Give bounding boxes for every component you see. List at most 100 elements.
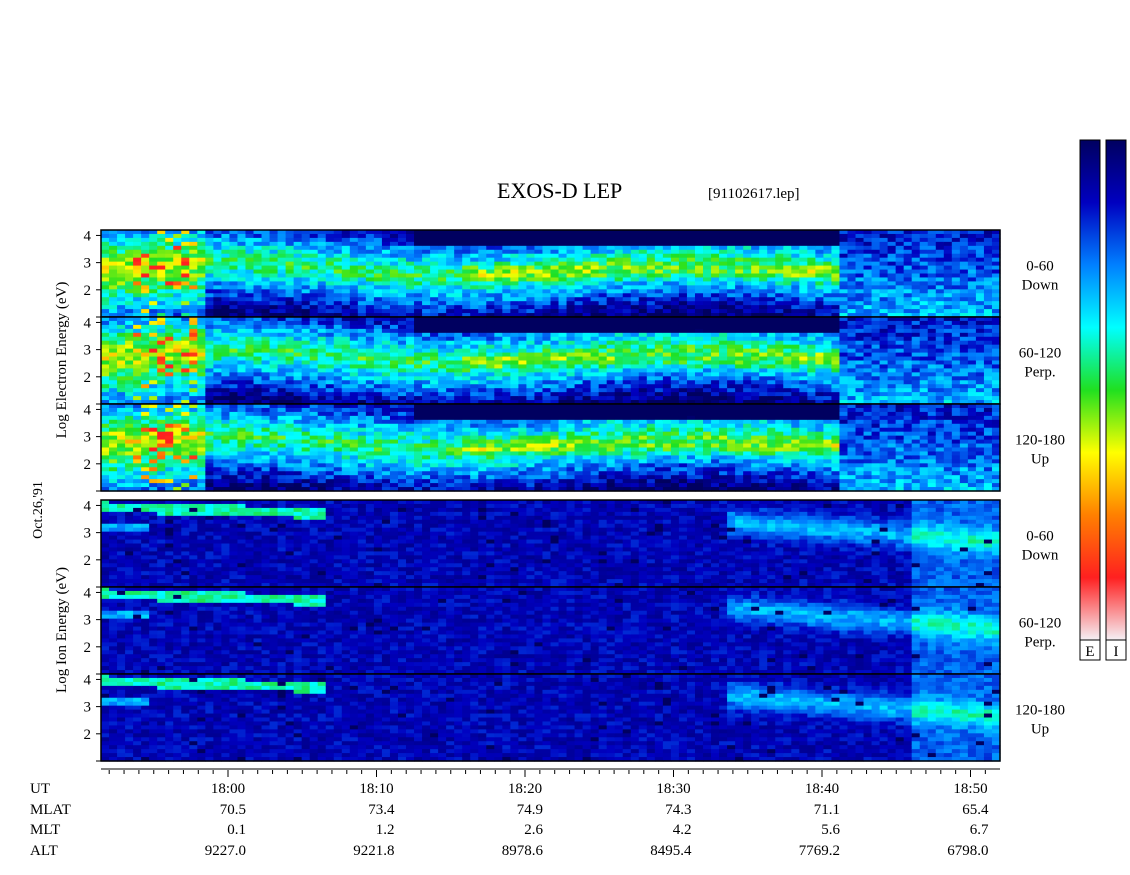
heatmap-cell — [622, 356, 632, 362]
heatmap-cell — [173, 388, 182, 393]
heatmap-cell — [582, 356, 592, 362]
heatmap-cell — [285, 380, 295, 385]
heatmap-cell — [101, 467, 110, 472]
heatmap-cell — [783, 340, 792, 346]
heatmap-cell — [678, 360, 688, 366]
heatmap-cell — [245, 368, 255, 373]
heatmap-cell — [662, 297, 672, 302]
heatmap-cell — [157, 289, 166, 294]
heatmap-cell — [357, 273, 367, 279]
heatmap-cell — [727, 273, 736, 279]
heatmap-cell — [221, 293, 231, 298]
heatmap-cell — [831, 320, 841, 326]
heatmap-cell — [839, 328, 849, 334]
heatmap-cell — [614, 293, 624, 298]
heatmap-cell — [542, 253, 552, 259]
heatmap-cell — [381, 368, 391, 373]
heatmap-cell — [478, 269, 487, 275]
heatmap-cell — [903, 396, 913, 401]
heatmap-cell — [711, 281, 720, 286]
heatmap-cell — [983, 289, 993, 294]
heatmap-cell — [879, 285, 889, 290]
heatmap-cell — [903, 364, 913, 369]
heatmap-cell — [101, 463, 110, 468]
heatmap-cell — [791, 297, 800, 302]
heatmap-cell — [117, 281, 126, 286]
heatmap-cell — [349, 265, 359, 271]
heatmap-cell — [558, 273, 568, 279]
heatmap-cell — [349, 273, 359, 279]
heatmap-cell — [269, 297, 279, 302]
heatmap-cell — [839, 269, 849, 275]
heatmap-cell — [357, 269, 367, 275]
heatmap-cell — [109, 455, 118, 460]
heatmap-cell — [751, 309, 760, 314]
heatmap-cell — [791, 241, 800, 247]
heatmap-cell — [101, 372, 110, 377]
heatmap-cell — [189, 384, 198, 389]
heatmap-cell — [743, 265, 752, 271]
heatmap-cell — [839, 384, 849, 389]
heatmap-cell — [719, 297, 728, 302]
heatmap-cell — [654, 324, 664, 330]
heatmap-cell — [951, 273, 961, 279]
heatmap-cell — [381, 332, 391, 338]
heatmap-cell — [245, 380, 255, 385]
heatmap-cell — [149, 332, 158, 338]
heatmap-cell — [285, 340, 295, 346]
heatmap-cell — [341, 293, 351, 298]
heatmap-cell — [301, 269, 311, 275]
heatmap-cell — [173, 392, 182, 397]
heatmap-cell — [694, 388, 704, 393]
heatmap-cell — [694, 352, 704, 358]
heatmap-cell — [229, 364, 239, 369]
heatmap-cell — [269, 285, 279, 290]
heatmap-cell — [662, 320, 672, 326]
heatmap-cell — [365, 372, 375, 377]
heatmap-cell — [205, 356, 214, 362]
heatmap-cell — [478, 301, 487, 306]
heatmap-cell — [703, 380, 712, 385]
heatmap-cell — [277, 336, 287, 342]
heatmap-cell — [911, 261, 921, 267]
heatmap-cell — [470, 392, 479, 397]
heatmap-cell — [839, 305, 849, 310]
heatmap-cell — [349, 380, 359, 385]
heatmap-cell — [438, 364, 447, 369]
heatmap-cell — [430, 340, 439, 346]
heatmap-cell — [333, 245, 343, 251]
heatmap-cell — [406, 356, 415, 362]
heatmap-cell — [117, 305, 126, 310]
heatmap-cell — [205, 384, 214, 389]
heatmap-cell — [743, 245, 752, 251]
heatmap-cell — [975, 273, 985, 279]
heatmap-cell — [815, 320, 825, 326]
heatmap-cell — [743, 237, 752, 243]
heatmap-cell — [614, 233, 624, 239]
heatmap-cell — [510, 293, 519, 298]
heatmap-cell — [694, 368, 704, 373]
heatmap-cell — [943, 384, 953, 389]
heatmap-cell — [389, 380, 399, 385]
heatmap-cell — [799, 309, 808, 314]
heatmap-cell — [751, 364, 760, 369]
heatmap-cell — [365, 309, 375, 314]
heatmap-cell — [117, 388, 126, 393]
heatmap-cell — [678, 388, 688, 393]
heatmap-cell — [927, 348, 937, 354]
heatmap-cell — [951, 328, 961, 334]
heatmap-cell — [269, 233, 279, 239]
heatmap-cell — [550, 348, 560, 354]
heatmap-cell — [397, 289, 407, 294]
heatmap-cell — [502, 384, 511, 389]
heatmap-cell — [197, 392, 206, 397]
heatmap-cell — [847, 324, 857, 330]
heatmap-cell — [277, 249, 287, 255]
heatmap-cell — [919, 384, 929, 389]
heatmap-cell — [325, 324, 335, 330]
heatmap-cell — [229, 237, 239, 243]
heatmap-cell — [141, 309, 150, 314]
heatmap-cell — [381, 324, 391, 330]
heatmap-cell — [478, 281, 487, 286]
heatmap-cell — [149, 297, 158, 302]
